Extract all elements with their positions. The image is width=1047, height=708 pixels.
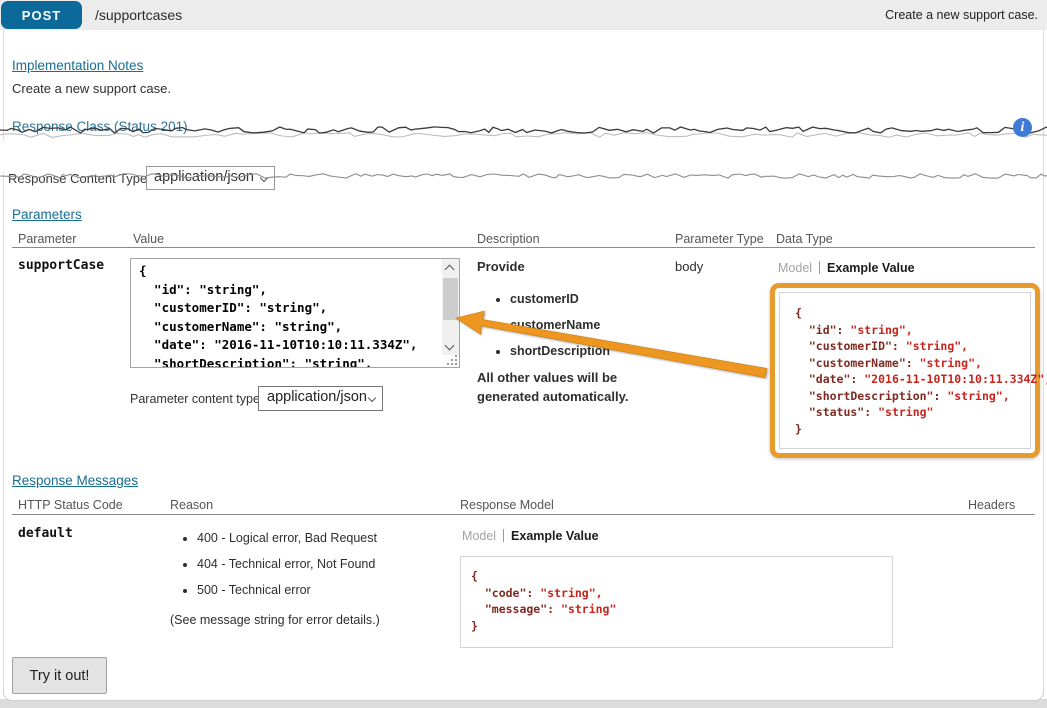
info-icon[interactable]: i — [1013, 118, 1032, 137]
parameter-content-type-value: application/json — [267, 389, 367, 405]
data-type-tabs: Model Example Value — [778, 261, 915, 275]
reason-bullet-list: 400 - Logical error, Bad Request 404 - T… — [183, 531, 377, 609]
endpoint-path[interactable]: /supportcases — [95, 7, 182, 23]
try-it-out-button[interactable]: Try it out! — [12, 657, 107, 694]
scroll-down-icon[interactable] — [445, 341, 455, 351]
response-content-type-label: Response Content Type — [8, 171, 147, 186]
operation-summary: Create a new support case. — [885, 8, 1038, 22]
reason-bullet: 500 - Technical error — [197, 583, 377, 597]
description-bullet: customerName — [510, 318, 610, 332]
scroll-up-icon[interactable] — [445, 265, 455, 275]
parameters-header-divider — [12, 247, 1035, 248]
description-bullet-list: customerID customerName shortDescription — [496, 292, 610, 370]
tab-example-value[interactable]: Example Value — [511, 529, 599, 543]
description-note: All other values will be generated autom… — [477, 368, 667, 406]
tab-model[interactable]: Model — [462, 529, 496, 543]
textarea-scrollbar[interactable] — [442, 259, 459, 355]
tab-model[interactable]: Model — [778, 261, 812, 275]
implementation-notes-heading: Implementation Notes — [12, 58, 143, 73]
col-value: Value — [133, 232, 164, 246]
col-headers: Headers — [968, 498, 1015, 512]
card-right-edge — [1043, 30, 1044, 690]
description-bullet: shortDescription — [510, 344, 610, 358]
chevron-down-icon — [368, 394, 376, 402]
http-method-badge[interactable]: POST — [1, 1, 82, 29]
parameter-value-json: { "id": "string", "customerID": "string"… — [139, 262, 417, 368]
col-http-status-code: HTTP Status Code — [18, 498, 123, 512]
description-intro: Provide — [477, 259, 525, 274]
operation-header: POST /supportcases Create a new support … — [0, 0, 1047, 30]
reason-bullet: 404 - Technical error, Not Found — [197, 557, 377, 571]
tab-divider — [503, 529, 504, 542]
status-code-value: default — [18, 526, 73, 541]
tab-divider — [819, 261, 820, 274]
resize-grip-icon[interactable] — [447, 355, 457, 365]
parameters-heading: Parameters — [12, 207, 82, 222]
chevron-down-icon — [260, 174, 268, 182]
response-content-type-select[interactable]: application/json — [146, 166, 275, 190]
col-description: Description — [477, 232, 540, 246]
example-highlight-frame: { "id": "string", "customerID": "string"… — [770, 283, 1040, 458]
col-parameter: Parameter — [18, 232, 76, 246]
response-messages-heading: Response Messages — [12, 473, 138, 488]
reason-note: (See message string for error details.) — [170, 613, 380, 627]
response-model-tabs: Model Example Value — [462, 529, 599, 543]
col-data-type: Data Type — [776, 232, 833, 246]
response-class-heading: Response Class (Status 201) — [12, 119, 188, 134]
parameter-content-type-select[interactable]: application/json — [258, 386, 383, 411]
parameter-value-textarea[interactable]: { "id": "string", "customerID": "string"… — [130, 258, 460, 368]
card-left-edge — [3, 30, 4, 690]
tab-example-value[interactable]: Example Value — [827, 261, 915, 275]
scrollbar-thumb[interactable] — [443, 278, 458, 320]
card-bottom-edge — [3, 687, 1044, 701]
response-example-value-box: { "code": "string", "message": "string" … — [460, 556, 893, 648]
col-reason: Reason — [170, 498, 213, 512]
parameter-type-value: body — [675, 259, 703, 274]
implementation-notes-text: Create a new support case. — [12, 81, 171, 96]
parameter-name: supportCase — [18, 258, 104, 273]
col-response-model: Response Model — [460, 498, 554, 512]
example-value-box: { "id": "string", "customerID": "string"… — [779, 292, 1031, 449]
response-header-divider — [12, 514, 1035, 515]
reason-bullet: 400 - Logical error, Bad Request — [197, 531, 377, 545]
description-bullet: customerID — [510, 292, 610, 306]
response-content-type-value: application/json — [154, 169, 254, 185]
col-parameter-type: Parameter Type — [675, 232, 764, 246]
parameter-content-type-label: Parameter content type: — [130, 392, 263, 406]
